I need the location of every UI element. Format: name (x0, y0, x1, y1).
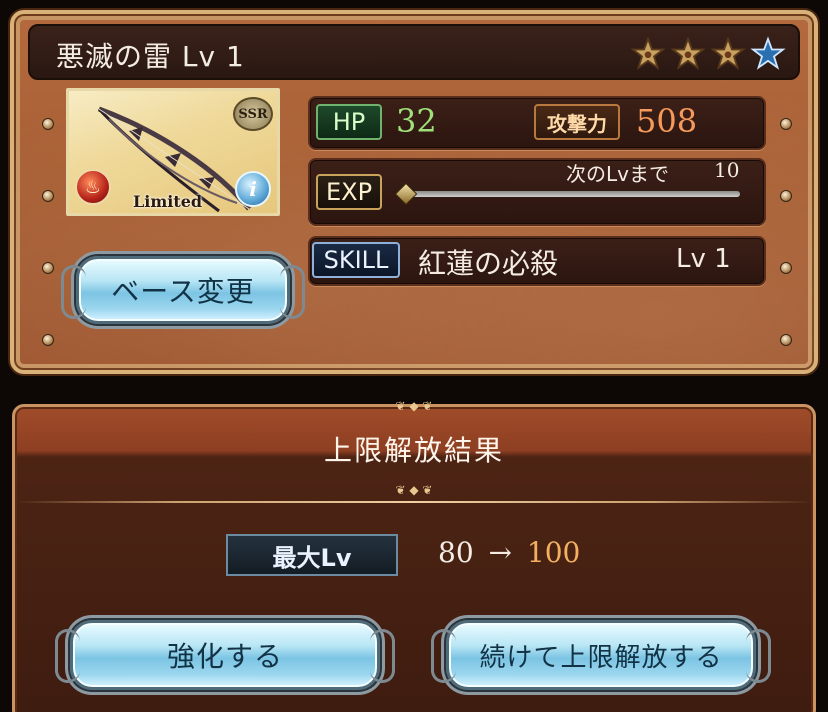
max-level-new: 100 (526, 536, 581, 569)
skill-tag: SKILL (312, 242, 400, 278)
exp-next-label: 次のLvまで (566, 162, 669, 186)
attack-tag: 攻撃力 (534, 104, 620, 140)
enhance-button[interactable]: 強化する (55, 620, 395, 690)
star-filled-icon (710, 36, 746, 70)
star-filled-icon (670, 36, 706, 70)
limited-label: Limited (133, 192, 203, 211)
continue-uncap-button[interactable]: 続けて上限解放する (431, 620, 771, 690)
rivet-decoration (780, 190, 792, 202)
skill-level: Lv 1 (676, 244, 731, 274)
info-icon[interactable]: i (235, 171, 271, 207)
star-filled-icon (630, 36, 666, 70)
hp-tag: HP (316, 104, 382, 140)
skill-name: 紅蓮の必殺 (418, 247, 559, 280)
fire-element-icon: ♨ (75, 169, 111, 205)
divider-ornament: ❦ ◆ ❦ (395, 483, 433, 497)
attack-value: 508 (636, 102, 698, 140)
hp-value: 32 (396, 102, 437, 140)
change-base-button[interactable]: ベース変更 (61, 256, 305, 324)
rarity-stars (630, 36, 786, 72)
top-ornament: ❦ ◆ ❦ (395, 399, 433, 413)
rivet-decoration (42, 118, 54, 130)
arrow-icon: → (488, 536, 513, 569)
max-level-old: 80 (438, 536, 474, 569)
max-level-tag: 最大Lv (226, 534, 398, 576)
exp-next-value: 10 (714, 158, 740, 182)
result-title: 上限解放結果 (323, 434, 504, 467)
rivet-decoration (42, 190, 54, 202)
weapon-thumbnail[interactable]: SSR ♨ Limited i (66, 88, 280, 216)
max-level-change: 80 → 100 (438, 536, 580, 569)
rivet-decoration (42, 262, 54, 274)
rivet-decoration (780, 118, 792, 130)
rivet-decoration (42, 334, 54, 346)
rivet-decoration (780, 262, 792, 274)
star-empty-icon (750, 36, 786, 70)
exp-tag: EXP (316, 174, 382, 210)
ssr-rarity-badge: SSR (233, 97, 273, 131)
weapon-name-level: 悪滅の雷 Lv 1 (56, 40, 245, 73)
rivet-decoration (780, 334, 792, 346)
exp-progress-bar (404, 191, 740, 197)
weapon-title-bar: 悪滅の雷 Lv 1 (28, 24, 800, 80)
header-divider (15, 501, 813, 503)
